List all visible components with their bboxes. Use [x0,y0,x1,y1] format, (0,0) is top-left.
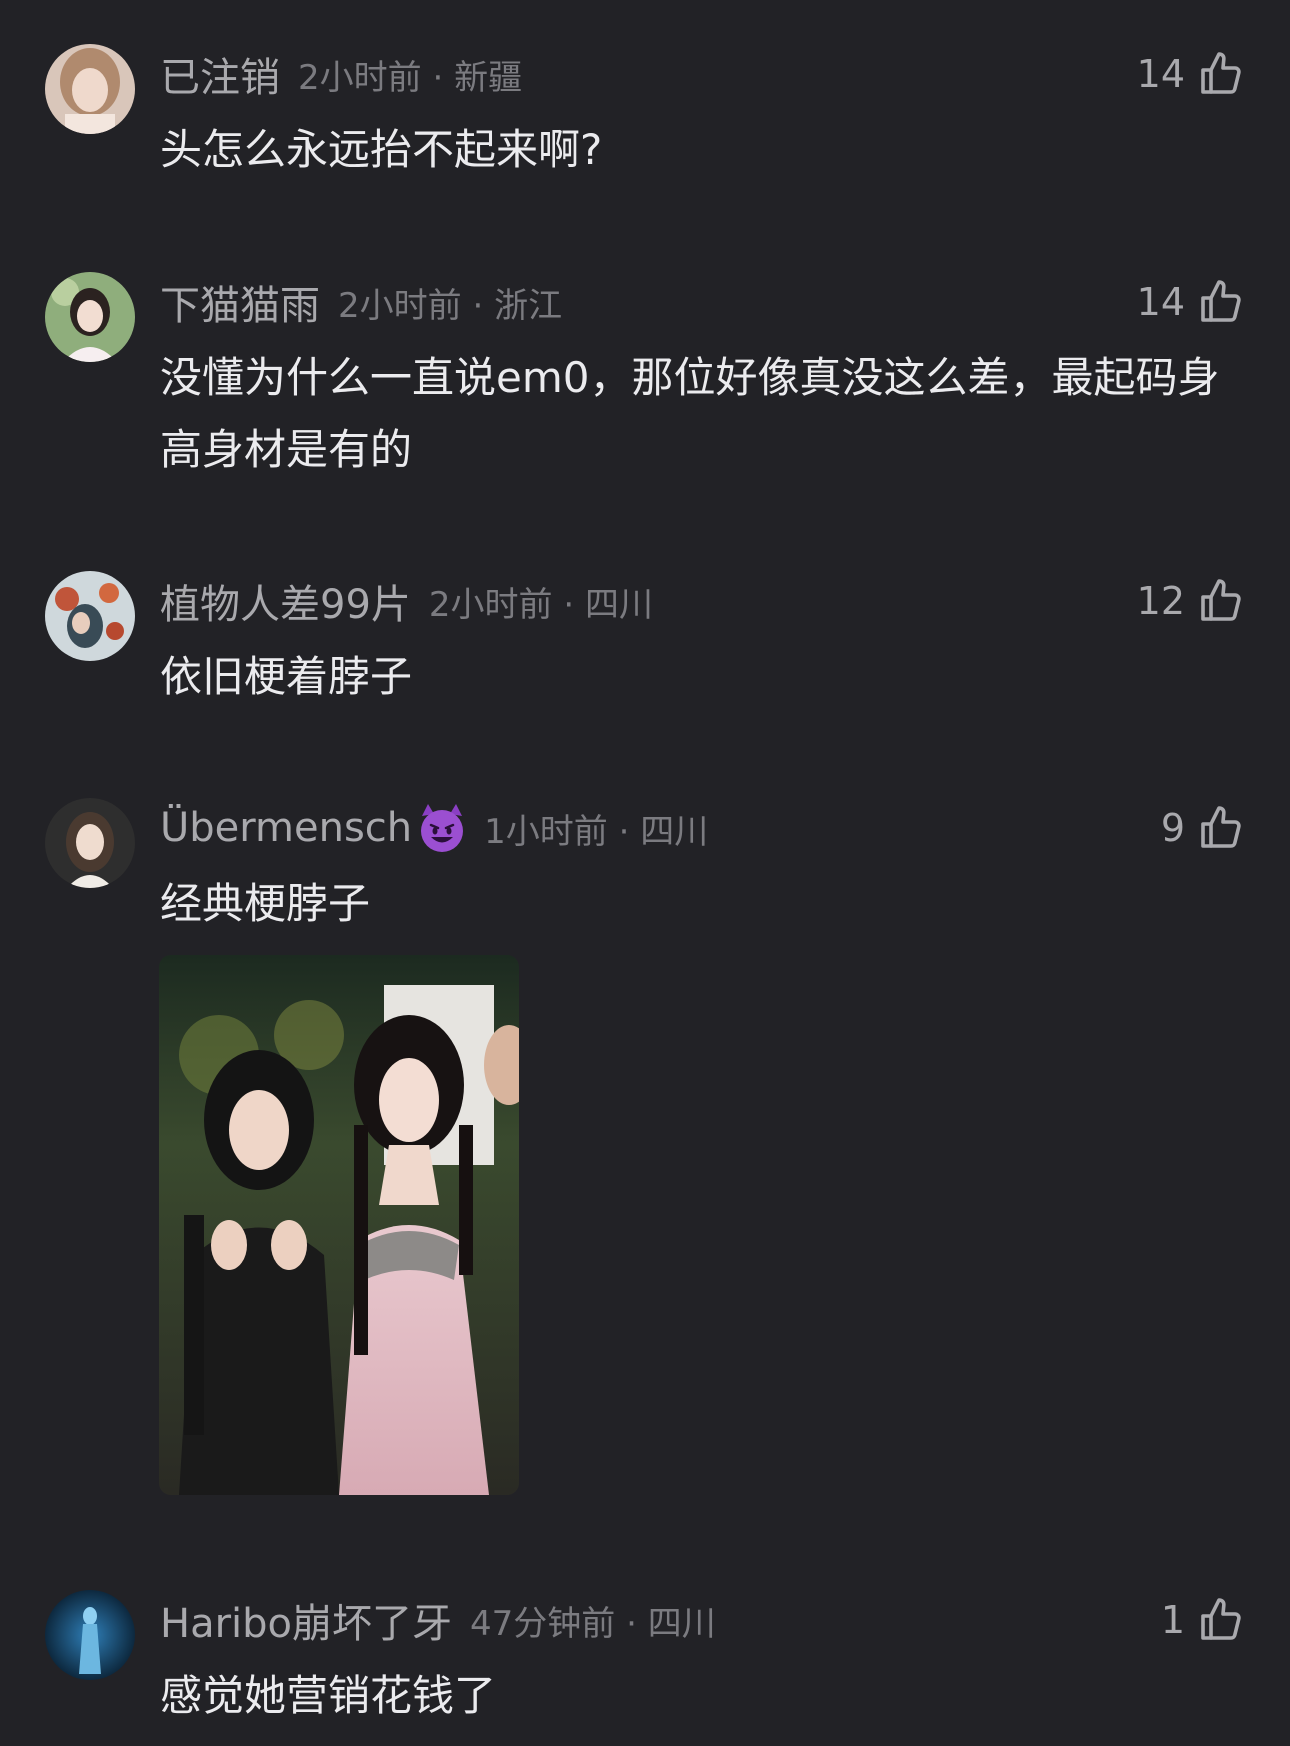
comment-location: 新疆 [454,57,523,98]
like-count: 1 [1160,1598,1185,1642]
meta-separator: · [607,811,641,852]
username[interactable]: 下猫猫雨 [160,273,320,331]
avatar[interactable] [45,272,135,362]
comment-text: 感觉她营销花钱了 [160,1671,497,1720]
comment-meta: 2小时前 · 四川 [429,577,653,626]
comment-meta: 2小时前 · 浙江 [338,278,562,327]
smiling-devil-emoji-icon [421,804,464,852]
username[interactable]: 已注销 [160,45,280,103]
thumbs-up-icon[interactable] [1197,1596,1245,1644]
like-count: 9 [1160,806,1185,850]
meta-separator: · [615,1603,648,1644]
comment-text: 头怎么永远抬不起来啊? [160,125,603,174]
thumbs-up-icon[interactable] [1197,577,1245,625]
comment-time: 1小时前 [484,811,608,852]
like-button[interactable]: 9 [1161,798,1245,858]
comment-location: 浙江 [494,285,563,326]
comment-time: 2小时前 [338,285,462,326]
like-count: 12 [1136,579,1185,623]
thumbs-up-icon[interactable] [1197,50,1245,98]
comment-header: Haribo崩坏了牙 47分钟前 · 四川 [160,1590,716,1650]
comment-text: 没懂为什么一直说em0，那位好像真没这么差，最起码身高身材是有的 [160,353,1220,474]
comment-text: 依旧梗着脖子 [160,652,413,701]
username[interactable]: Übermensch [160,805,412,851]
comment-header: 已注销 2小时前 · 新疆 [160,44,522,104]
meta-separator: · [421,57,455,98]
comment-time: 2小时前 [298,57,422,98]
like-button[interactable]: 12 [1137,571,1245,631]
avatar[interactable] [45,44,135,134]
comment-location: 四川 [584,584,653,625]
like-button[interactable]: 14 [1137,44,1245,104]
comment-meta: 47分钟前 · 四川 [470,1596,716,1645]
username[interactable]: Haribo崩坏了牙 [160,1591,452,1649]
thumbs-up-icon[interactable] [1197,804,1245,852]
thumbs-up-icon[interactable] [1197,278,1245,326]
meta-separator: · [461,285,495,326]
username[interactable]: 植物人差99片 [160,572,411,630]
comment-time: 2小时前 [428,584,553,625]
meta-separator: · [552,584,585,625]
comment-header: 下猫猫雨 2小时前 · 浙江 [160,272,562,332]
comment-time: 47分钟前 [470,1603,616,1644]
comment-text: 经典梗脖子 [160,879,371,928]
like-count: 14 [1136,280,1185,324]
comment-header: Übermensch 1小时前 · 四川 [160,798,708,858]
like-count: 14 [1136,52,1185,96]
comment-meta: 1小时前 · 四川 [484,804,708,853]
comment-meta: 2小时前 · 新疆 [298,50,522,99]
comment-header: 植物人差99片 2小时前 · 四川 [160,571,653,631]
like-button[interactable]: 14 [1137,272,1245,332]
like-button[interactable]: 1 [1161,1590,1245,1650]
comment-photo[interactable] [159,955,519,1495]
avatar[interactable] [45,571,135,661]
comment-location: 四川 [640,811,709,852]
avatar[interactable] [45,798,135,888]
avatar[interactable] [45,1590,135,1680]
comment-location: 四川 [647,1603,716,1644]
